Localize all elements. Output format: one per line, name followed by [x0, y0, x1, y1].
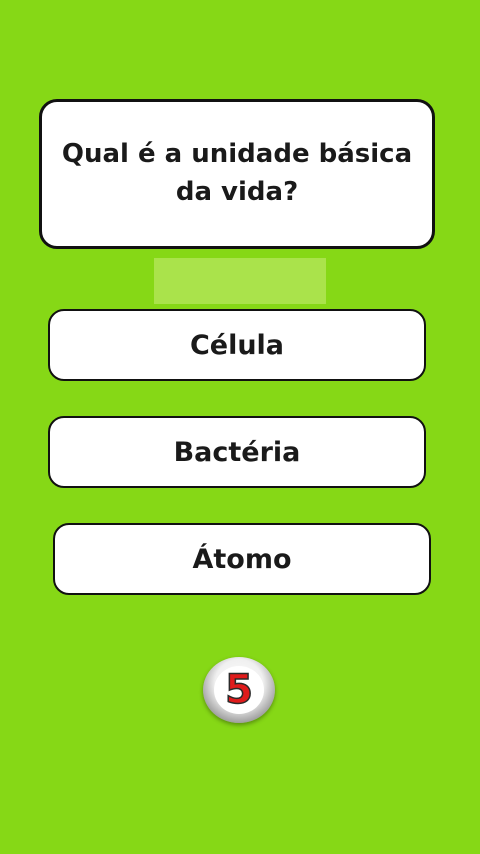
- question-text: Qual é a unidade básica da vida?: [61, 139, 413, 207]
- answer-option-1[interactable]: Célula: [48, 309, 426, 381]
- answer-option-3[interactable]: Átomo: [53, 523, 431, 595]
- answer-option-3-label: Átomo: [192, 543, 292, 575]
- countdown-number: 5: [224, 667, 253, 713]
- answer-highlight-bar: [154, 258, 326, 304]
- countdown-timer: 5: [203, 657, 275, 723]
- answer-option-1-label: Célula: [189, 329, 285, 361]
- answer-option-2[interactable]: Bactéria: [48, 416, 426, 488]
- answer-option-2-label: Bactéria: [173, 436, 301, 468]
- question-card: Qual é a unidade básica da vida?: [39, 99, 435, 249]
- countdown-timer-face: 5: [214, 666, 264, 714]
